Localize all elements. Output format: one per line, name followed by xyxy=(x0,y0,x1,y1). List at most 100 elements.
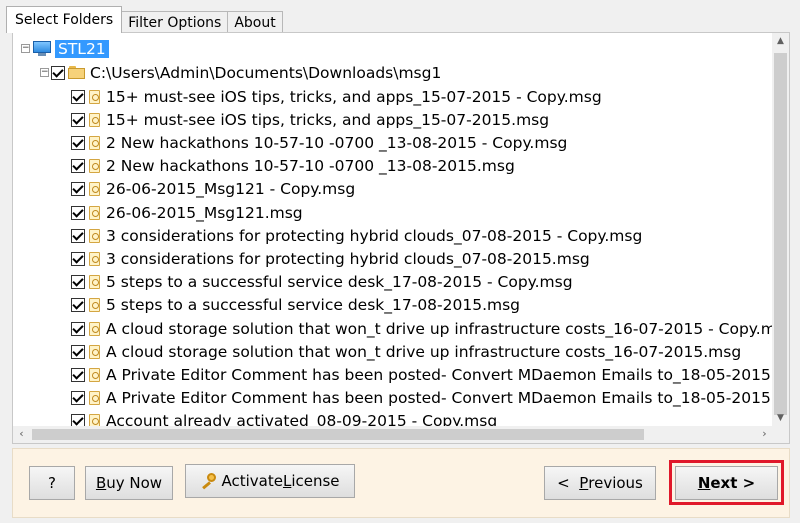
file-name-label: 5 steps to a successful service desk_17-… xyxy=(106,296,521,315)
msg-file-icon xyxy=(88,181,102,197)
folder-tree-panel: − STL21 − C:\Users\Admin\Documents\Downl… xyxy=(12,32,790,444)
tree-root-node[interactable]: − STL21 xyxy=(21,37,109,60)
help-button-label: ? xyxy=(48,474,56,492)
file-checkbox[interactable] xyxy=(71,205,85,220)
buy-now-mnemonic: B xyxy=(95,474,107,492)
computer-icon xyxy=(32,40,52,57)
tree-folder-node[interactable]: − C:\Users\Admin\Documents\Downloads\msg… xyxy=(40,61,441,84)
scroll-down-icon[interactable]: ▼ xyxy=(772,410,789,427)
help-button[interactable]: ? xyxy=(29,466,75,500)
file-checkbox[interactable] xyxy=(71,251,85,266)
previous-label-pre: < xyxy=(557,474,580,492)
activate-license-label-pre: Activate xyxy=(221,472,283,490)
file-name-label: 3 considerations for protecting hybrid c… xyxy=(106,249,590,268)
tab-select-folders[interactable]: Select Folders xyxy=(6,6,123,33)
file-list-item[interactable]: A Private Editor Comment has been posted… xyxy=(71,387,773,410)
file-checkbox[interactable] xyxy=(71,321,85,336)
msg-file-icon xyxy=(88,135,102,151)
msg-file-icon xyxy=(88,89,102,105)
file-checkbox[interactable] xyxy=(71,275,85,290)
file-name-label: Account already activated_08-09-2015 - C… xyxy=(106,412,498,427)
file-list-item[interactable]: A cloud storage solution that won_t driv… xyxy=(71,340,741,363)
file-checkbox[interactable] xyxy=(71,228,85,243)
file-list-item[interactable]: 2 New hackathons 10-57-10 -0700 _13-08-2… xyxy=(71,155,515,178)
file-name-label: 2 New hackathons 10-57-10 -0700 _13-08-2… xyxy=(106,133,568,152)
next-mnemonic: N xyxy=(697,474,711,492)
file-list-item[interactable]: A Private Editor Comment has been posted… xyxy=(71,363,773,386)
file-list-item[interactable]: 15+ must-see iOS tips, tricks, and apps_… xyxy=(71,85,602,108)
file-checkbox[interactable] xyxy=(71,367,85,382)
tab-strip: Select Folders Filter Options About xyxy=(6,6,283,33)
collapse-icon[interactable]: − xyxy=(21,44,30,53)
file-list-item[interactable]: 15+ must-see iOS tips, tricks, and apps_… xyxy=(71,108,549,131)
file-name-label: 26-06-2015_Msg121 - Copy.msg xyxy=(106,180,356,199)
file-list-item[interactable]: 5 steps to a successful service desk_17-… xyxy=(71,294,520,317)
msg-file-icon xyxy=(88,321,102,337)
msg-file-icon xyxy=(88,390,102,406)
msg-file-icon xyxy=(88,112,102,128)
previous-mnemonic: P xyxy=(579,474,589,492)
file-name-label: 3 considerations for protecting hybrid c… xyxy=(106,226,643,245)
msg-file-icon xyxy=(88,297,102,313)
msg-file-icon xyxy=(88,344,102,360)
file-list-item[interactable]: Account already activated_08-09-2015 - C… xyxy=(71,410,497,427)
buy-now-label: uy Now xyxy=(106,474,163,492)
tab-about[interactable]: About xyxy=(227,11,283,33)
buy-now-button[interactable]: Buy Now xyxy=(85,466,173,500)
horizontal-scrollbar[interactable]: ‹ › xyxy=(13,426,773,443)
previous-label-rest: revious xyxy=(588,474,643,492)
msg-file-icon xyxy=(88,251,102,267)
activate-license-label-rest: icense xyxy=(291,472,340,490)
vertical-scrollbar[interactable]: ▲ ▼ xyxy=(772,33,789,427)
file-name-label: 15+ must-see iOS tips, tricks, and apps_… xyxy=(106,87,602,106)
activate-license-button[interactable]: Activate License xyxy=(185,464,355,498)
file-checkbox[interactable] xyxy=(71,89,85,104)
folder-icon xyxy=(68,65,86,80)
file-name-label: A Private Editor Comment has been posted… xyxy=(106,389,773,408)
file-name-label: 15+ must-see iOS tips, tricks, and apps_… xyxy=(106,110,550,129)
next-button[interactable]: Next > xyxy=(675,466,778,500)
file-name-label: 26-06-2015_Msg121.msg xyxy=(106,203,303,222)
file-checkbox[interactable] xyxy=(71,182,85,197)
file-checkbox[interactable] xyxy=(71,344,85,359)
file-checkbox[interactable] xyxy=(71,298,85,313)
msg-file-icon xyxy=(88,413,102,427)
scroll-up-icon[interactable]: ▲ xyxy=(772,33,789,50)
msg-file-icon xyxy=(88,228,102,244)
file-list-item[interactable]: A cloud storage solution that won_t driv… xyxy=(71,317,773,340)
file-list-item[interactable]: 5 steps to a successful service desk_17-… xyxy=(71,271,573,294)
scroll-left-icon[interactable]: ‹ xyxy=(13,426,30,443)
file-name-label: 2 New hackathons 10-57-10 -0700 _13-08-2… xyxy=(106,157,515,176)
msg-file-icon xyxy=(88,274,102,290)
msg-file-icon xyxy=(88,205,102,221)
activate-license-mnemonic: L xyxy=(282,472,292,490)
scrollbar-corner xyxy=(772,426,789,443)
action-bar: ? Buy Now Activate License < Previous Ne… xyxy=(12,448,790,518)
previous-button[interactable]: < Previous xyxy=(544,466,656,500)
file-list-item[interactable]: 3 considerations for protecting hybrid c… xyxy=(71,247,590,270)
file-checkbox[interactable] xyxy=(71,112,85,127)
horizontal-scroll-thumb[interactable] xyxy=(32,429,644,440)
key-icon xyxy=(200,473,217,490)
file-list-item[interactable]: 26-06-2015_Msg121 - Copy.msg xyxy=(71,178,355,201)
file-checkbox[interactable] xyxy=(71,391,85,406)
folder-tree: − STL21 − C:\Users\Admin\Documents\Downl… xyxy=(13,33,773,427)
next-label-rest: ext > xyxy=(710,474,756,492)
folder-checkbox[interactable] xyxy=(51,65,65,80)
scroll-right-icon[interactable]: › xyxy=(756,426,773,443)
file-list-item[interactable]: 3 considerations for protecting hybrid c… xyxy=(71,224,642,247)
file-name-label: A Private Editor Comment has been posted… xyxy=(106,365,773,384)
collapse-icon[interactable]: − xyxy=(40,68,49,77)
folder-path-label: C:\Users\Admin\Documents\Downloads\msg1 xyxy=(90,63,442,82)
tree-root-label[interactable]: STL21 xyxy=(55,39,109,58)
file-checkbox[interactable] xyxy=(71,135,85,150)
file-list-item[interactable]: 26-06-2015_Msg121.msg xyxy=(71,201,303,224)
vertical-scroll-thumb[interactable] xyxy=(774,53,787,415)
file-list-item[interactable]: 2 New hackathons 10-57-10 -0700 _13-08-2… xyxy=(71,131,567,154)
file-name-label: 5 steps to a successful service desk_17-… xyxy=(106,273,573,292)
file-name-label: A cloud storage solution that won_t driv… xyxy=(106,319,773,338)
file-checkbox[interactable] xyxy=(71,159,85,174)
tab-filter-options[interactable]: Filter Options xyxy=(121,11,229,33)
msg-file-icon xyxy=(88,158,102,174)
msg-file-icon xyxy=(88,367,102,383)
